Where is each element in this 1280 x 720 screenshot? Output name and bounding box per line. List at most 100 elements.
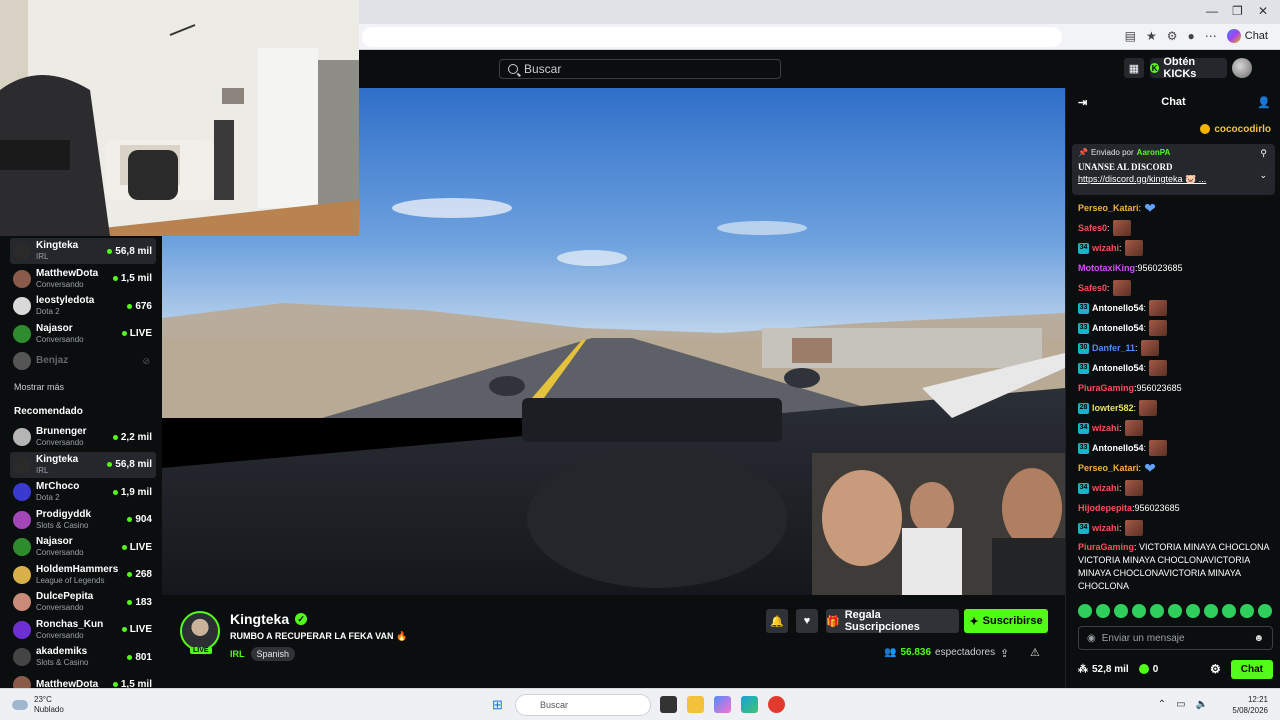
sidebar-channel-kingteka[interactable]: Kingteka IRL 56,8 mil [10, 238, 156, 264]
file-explorer-icon[interactable] [687, 696, 704, 713]
windows-start-icon[interactable]: ⊞ [492, 697, 503, 713]
sidebar-channel-brunenger[interactable]: Brunenger Conversando 2,2 mil [10, 424, 156, 450]
chat-username[interactable]: PiuraGaming [1078, 378, 1134, 398]
subscribe-button[interactable]: ✦ Suscribirse [964, 609, 1048, 633]
chat-username[interactable]: lowter582 [1092, 398, 1134, 418]
user-avatar[interactable] [1232, 58, 1252, 78]
task-view-icon[interactable] [660, 696, 677, 713]
quick-emote-icon[interactable] [1096, 604, 1110, 618]
streamer-name[interactable]: Kingteka [230, 611, 289, 627]
get-kicks-button[interactable]: K Obtén KICKs [1150, 56, 1227, 80]
sidebar-channel-leostyledota[interactable]: leostyledota Dota 2 676 [10, 293, 156, 319]
gift-subs-button[interactable]: 🎁 Regala Suscripciones [826, 609, 959, 633]
chat-users-icon[interactable]: 👤 [1257, 96, 1271, 109]
minimize-button[interactable]: — [1206, 4, 1218, 18]
sidebar-channel-akademiks[interactable]: akademiks Slots & Casino 801 [10, 644, 156, 670]
sidebar-channel-prodigyddk[interactable]: Prodigyddk Slots & Casino 904 [10, 507, 156, 533]
volume-icon[interactable]: 🔈 [1196, 699, 1208, 710]
channel-meta: Kingteka IRL [36, 240, 107, 262]
quick-emote-icon[interactable] [1258, 604, 1272, 618]
sidebar-channel-holdemhammers[interactable]: HoldemHammers League of Legends 268 [10, 562, 156, 588]
sidebar-channel-kingteka[interactable]: Kingteka IRL 56,8 mil [10, 451, 156, 478]
quick-emote-icon[interactable] [1186, 604, 1200, 618]
reader-icon[interactable]: ▤ [1125, 29, 1136, 43]
search-input[interactable]: Buscar [499, 59, 781, 79]
chat-username[interactable]: Danfer_11 [1092, 338, 1135, 358]
close-window-button[interactable]: ✕ [1258, 4, 1268, 18]
extensions-icon[interactable]: ⚙ [1167, 29, 1178, 43]
chat-username[interactable]: wizahi [1092, 518, 1119, 538]
chat-username[interactable]: Perseo_Katari [1078, 458, 1139, 478]
pinned-sender[interactable]: AaronPA [1137, 148, 1171, 157]
recorder-icon[interactable] [768, 696, 785, 713]
sidebar-channel-matthewdota[interactable]: MatthewDota Conversando 1,5 mil [10, 266, 156, 292]
report-icon[interactable]: ⚠ [1030, 646, 1040, 659]
streamer-avatar[interactable] [180, 611, 220, 651]
top-gifter[interactable]: cococodirlo [1066, 120, 1280, 138]
chat-username[interactable]: Safes0 [1078, 278, 1107, 298]
sidebar-channel-dulcepepita[interactable]: DulcePepita Conversando 183 [10, 589, 156, 615]
quick-emote-icon[interactable] [1222, 604, 1236, 618]
face-emote-icon [1140, 340, 1159, 356]
sidebar-channel-ronchas_kun[interactable]: Ronchas_Kun Conversando LIVE [10, 617, 156, 643]
network-icon[interactable]: ▭ [1176, 699, 1185, 710]
bookmark-star-icon[interactable]: ★ [1146, 29, 1157, 43]
collapse-chat-icon[interactable]: ⇥ [1078, 96, 1087, 109]
chat-username[interactable]: Hijodepepita [1078, 498, 1132, 518]
chat-username[interactable]: PiuraGaming [1078, 542, 1134, 552]
chat-username[interactable]: Antonello54 [1092, 358, 1144, 378]
grid-menu-icon[interactable]: ▦ [1124, 58, 1144, 78]
sidebar-channel-benjaz[interactable]: Benjaz ⊘ [10, 348, 156, 374]
chat-username[interactable]: Antonello54 [1092, 438, 1144, 458]
quick-emote-icon[interactable] [1204, 604, 1218, 618]
category-link[interactable]: IRL [230, 649, 245, 659]
sub-badge-icon: 33 [1078, 322, 1089, 334]
quick-emote-icon[interactable] [1168, 604, 1182, 618]
taskbar-clock[interactable]: 12:21 5/08/2026 [1232, 694, 1268, 716]
chat-username[interactable]: wizahi [1092, 418, 1119, 438]
unpin-icon[interactable]: ⚲ [1260, 148, 1267, 159]
quick-emote-icon[interactable] [1078, 604, 1092, 618]
chat-username[interactable]: Safes0 [1078, 218, 1107, 238]
sidebar-channel-najasor[interactable]: Najasor Conversando LIVE [10, 534, 156, 560]
star-icon: ✦ [969, 615, 979, 628]
chat-username[interactable]: MototaxiKing [1078, 258, 1135, 278]
profile-icon[interactable]: ● [1188, 29, 1195, 43]
weather-widget[interactable]: 23°C Nublado [12, 695, 64, 715]
live-dot-icon [121, 544, 127, 550]
quick-emote-icon[interactable] [1240, 604, 1254, 618]
sidebar-channel-najasor[interactable]: Najasor Conversando LIVE [10, 321, 156, 347]
chat-username[interactable]: Antonello54 [1092, 298, 1144, 318]
send-chat-button[interactable]: Chat [1230, 659, 1273, 679]
chat-username[interactable]: wizahi [1092, 238, 1119, 258]
language-tag[interactable]: Spanish [250, 647, 296, 661]
copilot-chat-button[interactable]: Chat [1226, 29, 1268, 43]
show-more-link[interactable]: Mostrar más [14, 382, 64, 392]
kicks-balance[interactable]: 0 [1138, 664, 1158, 675]
tray-chevron-icon[interactable]: ⌃ [1158, 699, 1166, 710]
quick-emote-icon[interactable] [1114, 604, 1128, 618]
share-icon[interactable]: ⇪ [1000, 647, 1009, 660]
points-count[interactable]: 52,8 mil [1092, 664, 1129, 675]
chat-username[interactable]: Antonello54 [1092, 318, 1144, 338]
follow-heart-button[interactable]: ♥ [796, 609, 818, 633]
edge-icon[interactable] [741, 696, 758, 713]
copilot-app-icon[interactable] [714, 696, 731, 713]
maximize-button[interactable]: ❐ [1232, 4, 1243, 18]
viewer-count: 801 [127, 652, 152, 663]
chat-settings-icon[interactable]: ⚙ [1210, 662, 1221, 676]
address-bar[interactable] [362, 27, 1062, 47]
sidebar-channel-matthewdota[interactable]: MatthewDota 1,5 mil [10, 672, 156, 688]
chat-input[interactable]: ◉ Enviar un mensaje ☻ [1078, 626, 1273, 650]
chevron-down-icon[interactable]: ⌄ [1259, 170, 1267, 181]
chat-username[interactable]: wizahi [1092, 478, 1119, 498]
sidebar-channel-mrchoco[interactable]: MrChoco Dota 2 1,9 mil [10, 479, 156, 505]
quick-emote-icon[interactable] [1132, 604, 1146, 618]
quick-emote-icon[interactable] [1150, 604, 1164, 618]
emoji-picker-icon[interactable]: ☻ [1253, 633, 1264, 644]
more-menu-icon[interactable]: ⋯ [1205, 29, 1217, 43]
discord-link[interactable]: https://discord.gg/kingteka 🐷 ... [1078, 174, 1269, 185]
taskbar-search[interactable]: Buscar [515, 694, 651, 716]
chat-username[interactable]: Perseo_Katari [1078, 198, 1139, 218]
notification-bell-button[interactable]: 🔔 [766, 609, 788, 633]
